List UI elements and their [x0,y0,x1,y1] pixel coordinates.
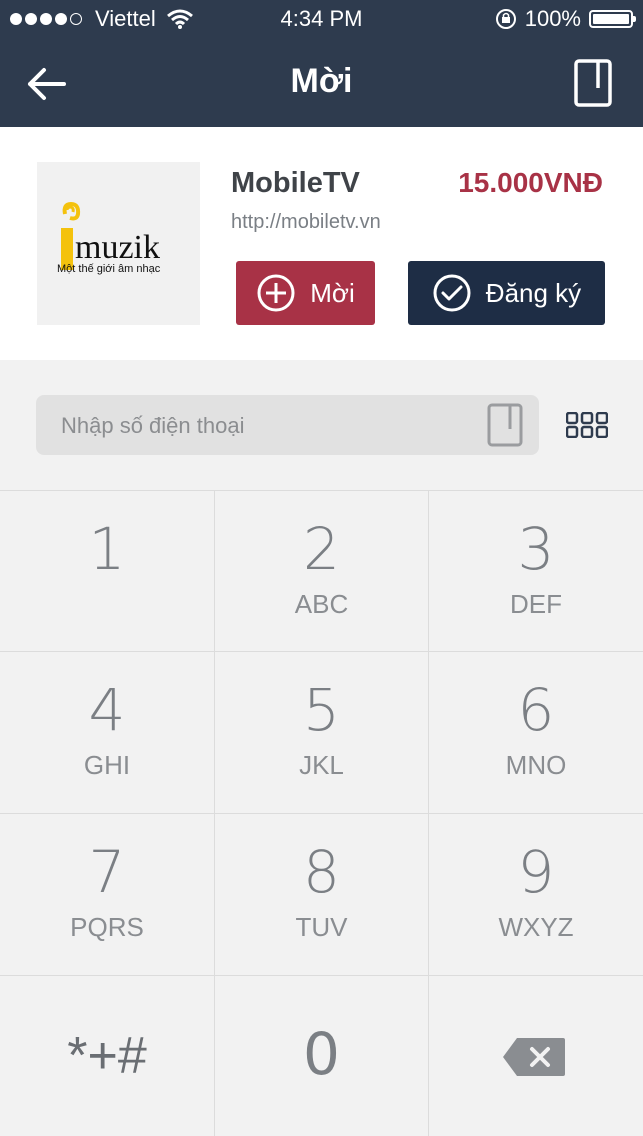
phone-number-input[interactable]: Nhập số điện thoại [36,395,539,455]
nav-bar: Mời [0,40,643,127]
key-letters: JKL [299,750,344,780]
product-name: MobileTV [231,167,360,199]
svg-text:Một thế giới âm nhạc: Một thế giới âm nhạc [57,263,161,275]
key-letters: MNO [505,750,567,780]
svg-text:muzik: muzik [75,229,160,266]
key-5[interactable]: 5 JKL [215,651,429,813]
key-digit: 5 [303,676,340,744]
key-1[interactable]: 1 [0,490,215,651]
key-digit: 9 [517,838,555,906]
dialpad-grid-icon[interactable] [566,412,608,438]
muzik-logo-icon: muzik Một thế giới âm nhạc [57,201,161,275]
key-letters: PQRS [70,912,144,942]
register-label: Đăng ký [485,277,582,308]
page-title: Mời [290,62,353,100]
key-8[interactable]: 8 TUV [215,813,429,975]
key-3[interactable]: 3 DEF [429,490,643,651]
backspace-icon [503,1038,565,1076]
key-digit: 2 [303,515,340,583]
key-digit: 0 [303,1020,340,1088]
key-letters: DEF [510,589,562,619]
invite-label: Mời [310,277,355,308]
key-symbols[interactable]: *+# [0,975,215,1136]
check-circle-icon [433,274,471,312]
key-digit: 6 [517,676,555,744]
phone-input-placeholder: Nhập số điện thoại [61,413,245,438]
rotation-lock-icon [495,9,516,29]
key-letters: WXYZ [498,912,574,942]
product-logo: muzik Một thế giới âm nhạc [37,162,200,325]
key-letters: GHI [83,750,131,780]
status-bar: Viettel 4:34 PM 100% [0,0,643,40]
key-digit: 4 [88,676,126,744]
key-delete[interactable] [429,975,643,1136]
register-button[interactable]: Đăng ký [408,261,605,325]
key-4[interactable]: 4 GHI [0,651,215,813]
key-symbols-label: *+# [67,1027,147,1085]
invite-button[interactable]: Mời [236,261,375,325]
plus-circle-icon [257,274,295,312]
battery-percent: 100% [524,6,581,31]
key-digit: 1 [88,515,126,583]
key-letters: ABC [294,589,349,619]
key-6[interactable]: 6 MNO [429,651,643,813]
dial-keypad: 1 2 ABC 3 DEF 4 GHI 5 JKL 6 MNO 7 PQRS 8… [0,490,643,1136]
key-7[interactable]: 7 PQRS [0,813,215,975]
key-digit: 8 [303,838,340,906]
key-2[interactable]: 2 ABC [215,490,429,651]
key-digit: 7 [88,838,126,906]
key-letters: TUV [295,912,348,942]
key-digit: 3 [517,515,555,583]
key-9[interactable]: 9 WXYZ [429,813,643,975]
key-0[interactable]: 0 [215,975,429,1136]
battery-icon [589,10,636,28]
product-price: 15.000VNĐ [458,167,603,198]
contacts-book-icon[interactable] [573,58,613,108]
product-card: muzik Một thế giới âm nhạc MobileTV 15.0… [0,127,643,360]
phone-input-row: Nhập số điện thoại [0,360,643,490]
status-right: 100% [495,6,636,32]
product-url[interactable]: http://mobiletv.vn [231,211,381,234]
contacts-book-icon[interactable] [487,403,523,447]
